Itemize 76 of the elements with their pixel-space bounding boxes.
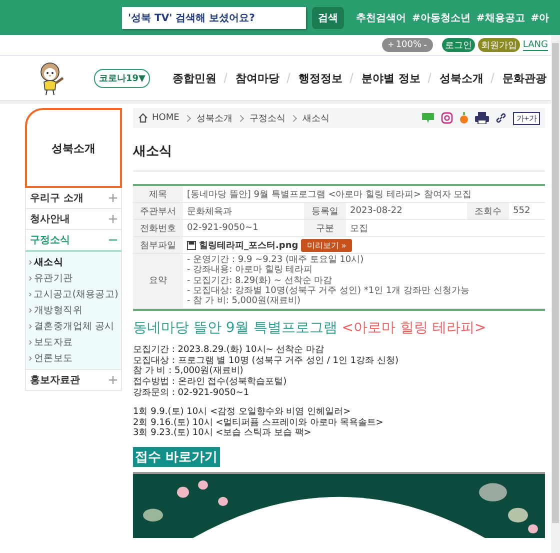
table-header: 제목 bbox=[133, 186, 183, 203]
submenu-item[interactable]: 고시공고(채용공고) bbox=[34, 288, 118, 301]
home-icon bbox=[138, 113, 148, 123]
preview-button[interactable]: 미리보기 » bbox=[301, 238, 352, 252]
zoom-value: 100% bbox=[396, 40, 422, 50]
submenu-item[interactable]: 결혼중개업체 공시 bbox=[34, 320, 114, 333]
blog-icon[interactable] bbox=[421, 112, 436, 124]
table-header: 요약 bbox=[133, 254, 183, 309]
article-text: 모집대상 : 프로그램 별 10명 (성북구 거주 성인 / 1인 1강좌 신청) bbox=[133, 356, 400, 366]
signup-button[interactable]: 회원가입 bbox=[478, 38, 520, 52]
print-icon[interactable] bbox=[475, 112, 490, 124]
nav-menu-item[interactable]: 성북소개 bbox=[439, 70, 484, 86]
carrot-icon[interactable] bbox=[459, 112, 470, 124]
submenu-item[interactable]: 새소식 bbox=[34, 256, 64, 269]
chevron-icon bbox=[29, 308, 32, 313]
chevron-icon bbox=[29, 340, 32, 345]
scrollbar-thumb[interactable] bbox=[552, 43, 559, 523]
chevron-icon bbox=[29, 292, 32, 297]
article-heading: 동네마당 뜰안 9월 특별프로그램 <아로마 힐링 테라피> bbox=[133, 318, 488, 337]
session-text: 2회 9.16.(토) 10시 <멀티퍼퓸 스프레이와 아로마 목욕솔트> bbox=[133, 418, 384, 428]
nav-menu-item[interactable]: 종합민원 bbox=[172, 70, 216, 86]
submenu-item[interactable]: 언론보도 bbox=[34, 352, 73, 365]
breadcrumb-link[interactable]: 성북소개 bbox=[196, 112, 232, 124]
sidebar-item[interactable]: 우리구 소개 bbox=[25, 188, 122, 209]
instagram-icon[interactable] bbox=[441, 112, 454, 124]
table-header: 등록일 bbox=[304, 203, 346, 220]
summary-line: - 모집대상: 강좌별 10명(성북구 거주 성인) *1인 1개 강좌만 신청가능 bbox=[187, 286, 470, 296]
chevron-icon bbox=[29, 324, 32, 329]
attachment-link[interactable]: 힐링테라피_포스터.png bbox=[199, 238, 298, 252]
nav-menu-item[interactable]: 문화관광 bbox=[502, 70, 546, 86]
article-text: 접수방법 : 온라인 접수(성북학습포털) bbox=[133, 377, 288, 388]
breadcrumb-link[interactable]: 구정소식 bbox=[249, 112, 286, 124]
apply-link[interactable]: 접수 바로가기 bbox=[133, 447, 220, 468]
article-text: 참 가 비 : 5,000원(재료비) bbox=[133, 366, 244, 377]
plus-icon bbox=[109, 376, 117, 384]
breadcrumb-link[interactable]: HOME bbox=[152, 113, 180, 123]
sidebar-item[interactable]: 홍보자료관 bbox=[25, 370, 122, 391]
session-text: 1회 9.9.(토) 10시 <감정 오일향수와 비염 인헤일러> bbox=[133, 406, 352, 418]
table-header: 전화번호 bbox=[133, 220, 183, 237]
language-link[interactable]: LANG bbox=[522, 40, 548, 50]
nav-menu-item[interactable]: 분야별 정보 bbox=[361, 70, 420, 86]
sidebar-item[interactable]: 청사안내 bbox=[25, 209, 122, 230]
summary-line: - 참 가 비: 5,000원(재료비) bbox=[187, 296, 301, 307]
summary-line: - 모집기간: 8.29(화) ~ 선착순 마감 bbox=[187, 276, 332, 286]
submenu-item[interactable]: 유관기관 bbox=[34, 272, 73, 285]
table-cell: 모집 bbox=[346, 220, 545, 237]
font-size-button[interactable]: 가+가 bbox=[513, 112, 540, 124]
submenu-item[interactable]: 개방형직위 bbox=[34, 304, 83, 317]
search-field[interactable]: '성북 TV' 검색해 보셨어요? bbox=[122, 6, 306, 28]
nav-menu-item[interactable]: 행정정보 bbox=[298, 70, 342, 86]
table-cell: 552 bbox=[509, 203, 545, 220]
recommend-label: 추천검색어 bbox=[356, 12, 406, 24]
article-text: 모집기간 : 2023.8.29.(화) 10시~ 선착순 마감 bbox=[133, 344, 326, 356]
breadcrumb-link[interactable]: 새소식 bbox=[302, 112, 330, 124]
search-button[interactable]: 검색 bbox=[312, 6, 344, 28]
table-header: 첨부파일 bbox=[133, 237, 183, 254]
table-header: 주관부서 bbox=[133, 203, 183, 220]
chevron-icon bbox=[29, 260, 32, 265]
table-header: 조회수 bbox=[467, 203, 509, 220]
covid-dropdown-button[interactable]: 코로나19▼ bbox=[94, 68, 150, 88]
page-title: 새소식 bbox=[133, 142, 545, 172]
submenu-item[interactable]: 보도자료 bbox=[34, 336, 73, 349]
summary-line: - 운영기간 : 9.9 ~9.23 (매주 토요일 10시) bbox=[187, 255, 364, 265]
nav-menu-item[interactable]: 참여마당 bbox=[235, 70, 280, 86]
file-icon bbox=[187, 240, 196, 250]
chevron-icon bbox=[29, 276, 32, 281]
link-icon[interactable] bbox=[495, 112, 508, 124]
session-text: 3회 9.23.(토) 10시 <보습 스틱과 보습 팩> bbox=[133, 428, 312, 440]
plus-icon bbox=[109, 215, 117, 223]
sidebar-title: 성북소개 bbox=[25, 108, 122, 188]
article-text: 강좌문의 : 02-921-9050~1 bbox=[133, 388, 250, 399]
table-header: 구분 bbox=[304, 220, 346, 237]
plus-icon bbox=[109, 194, 117, 202]
chevron-icon bbox=[29, 356, 32, 361]
summary-line: - 강좌내용: 아로마 힐링 테라피 bbox=[187, 265, 313, 276]
login-button[interactable]: 로그인 bbox=[442, 38, 475, 52]
